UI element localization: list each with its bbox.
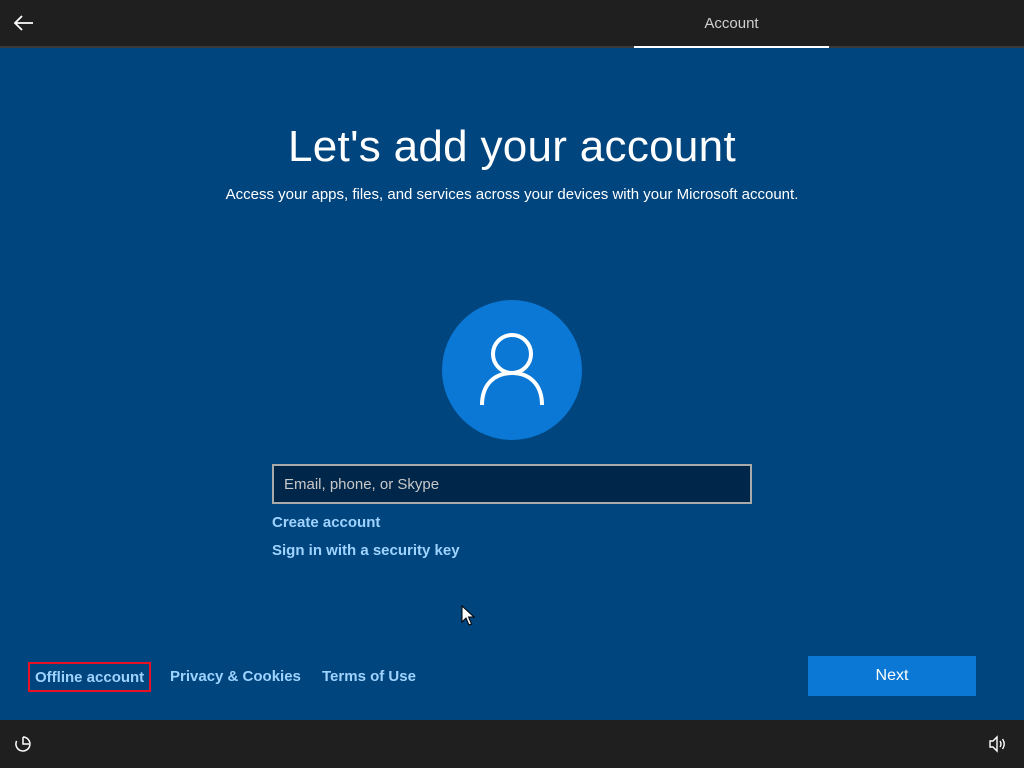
main-panel: Let's add your account Access your apps,… (0, 48, 1024, 720)
privacy-cookies-link[interactable]: Privacy & Cookies (170, 668, 301, 685)
top-bar: Account (0, 0, 1024, 48)
offline-account-link[interactable]: Offline account (28, 662, 152, 692)
page-title: Let's add your account (288, 122, 736, 171)
avatar (442, 300, 582, 440)
tab-account-label: Account (704, 14, 759, 32)
ease-of-access-icon[interactable] (14, 735, 32, 753)
next-button[interactable]: Next (808, 656, 976, 696)
security-key-link[interactable]: Sign in with a security key (272, 542, 460, 559)
terms-of-use-link[interactable]: Terms of Use (322, 668, 416, 685)
create-account-link[interactable]: Create account (272, 514, 380, 531)
person-icon (480, 333, 544, 406)
page-subtitle: Access your apps, files, and services ac… (225, 186, 799, 203)
mouse-pointer-icon (461, 605, 475, 626)
tab-account: Account (634, 0, 829, 48)
arrow-left-icon (13, 15, 33, 31)
bottom-bar (0, 720, 1024, 768)
email-input[interactable] (272, 464, 752, 504)
back-button[interactable] (8, 7, 40, 39)
volume-icon[interactable] (988, 735, 1008, 753)
